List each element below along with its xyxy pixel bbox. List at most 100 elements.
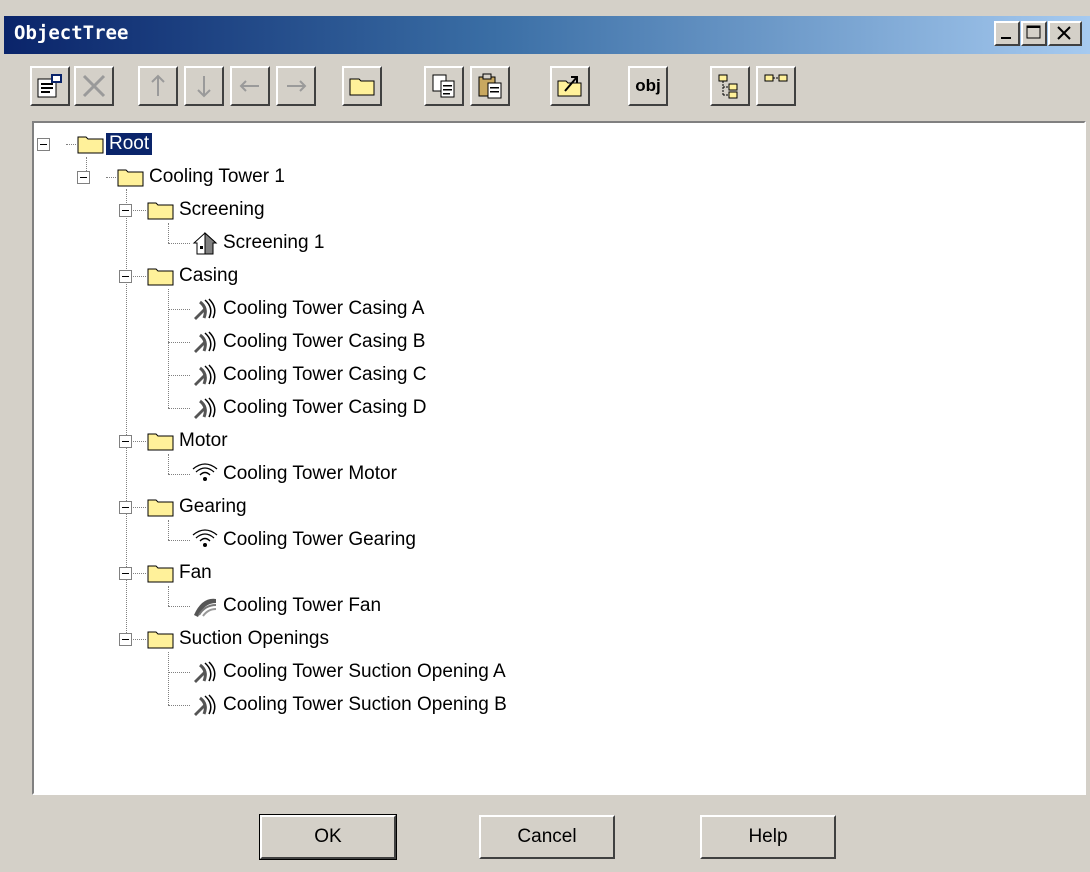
copy-button[interactable]	[424, 66, 464, 106]
ok-button[interactable]: OK	[259, 814, 397, 860]
point-source-icon	[192, 529, 218, 547]
tree-line	[168, 474, 190, 475]
tree-line	[168, 289, 169, 408]
object-icon: obj	[635, 76, 661, 95]
tree-line	[168, 672, 190, 673]
tree-line	[168, 652, 169, 705]
tree-node-gearing[interactable]: Gearing	[146, 493, 250, 521]
collapse-toggle-casing[interactable]	[119, 270, 132, 283]
tree-node-suction-opening-a[interactable]: Cooling Tower Suction Opening A	[190, 658, 509, 686]
tree-node-label: Cooling Tower 1	[149, 166, 285, 187]
collapse-toggle-tower[interactable]	[77, 171, 90, 184]
tree-node-suction-opening-b[interactable]: Cooling Tower Suction Opening B	[190, 691, 510, 719]
import-folder-button[interactable]	[550, 66, 590, 106]
tree-node-casing-b[interactable]: Cooling Tower Casing B	[190, 328, 428, 356]
tree-node-label: Fan	[179, 562, 212, 583]
collapse-toggle-fan[interactable]	[119, 567, 132, 580]
tree-node-fan[interactable]: Fan	[146, 559, 215, 587]
tree-line	[168, 454, 169, 474]
tree-line	[168, 705, 190, 706]
properties-button[interactable]	[30, 66, 70, 106]
move-down-button[interactable]	[184, 66, 224, 106]
tree-node-label: Cooling Tower Gearing	[223, 529, 416, 550]
help-button[interactable]: Help	[700, 815, 836, 859]
tree-view[interactable]: Root Cooling Tower 1 Screening Screening…	[32, 121, 1086, 795]
tree-node-casing-c[interactable]: Cooling Tower Casing C	[190, 361, 429, 389]
sound-source-icon	[194, 661, 216, 683]
minimize-button[interactable]	[994, 21, 1020, 46]
tree-node-label: Suction Openings	[179, 628, 329, 649]
expand-tree-icon	[718, 74, 738, 99]
tree-node-casing-a[interactable]: Cooling Tower Casing A	[190, 295, 427, 323]
title-bar[interactable]: ObjectTree	[4, 16, 1090, 54]
tree-node-label: Cooling Tower Casing A	[223, 298, 425, 319]
new-folder-button[interactable]	[342, 66, 382, 106]
tree-line	[168, 309, 190, 310]
tree-node-root[interactable]: Root	[76, 130, 153, 158]
collapse-toggle-screening[interactable]	[119, 204, 132, 217]
collapse-tree-icon	[764, 74, 788, 82]
tree-node-casing-d[interactable]: Cooling Tower Casing D	[190, 394, 429, 422]
tree-line	[168, 375, 190, 376]
folder-icon	[147, 268, 174, 286]
tree-node-cooling-tower-gearing[interactable]: Cooling Tower Gearing	[190, 526, 419, 554]
import-folder-icon	[557, 76, 582, 97]
tree-node-label: Cooling Tower Casing B	[223, 331, 426, 352]
tree-node-screening-1[interactable]: Screening 1	[190, 229, 327, 257]
collapse-toggle-suction[interactable]	[119, 633, 132, 646]
move-up-button[interactable]	[138, 66, 178, 106]
tree-content: Root Cooling Tower 1 Screening Screening…	[34, 123, 1084, 793]
sound-source-icon	[194, 298, 216, 320]
tree-node-label: Gearing	[179, 496, 247, 517]
tree-line	[66, 144, 76, 145]
collapse-tree-button[interactable]	[756, 66, 796, 106]
collapse-toggle-motor[interactable]	[119, 435, 132, 448]
paste-icon	[478, 73, 502, 99]
tree-node-label: Cooling Tower Casing D	[223, 397, 427, 418]
sound-source-icon	[194, 364, 216, 386]
delete-button[interactable]	[74, 66, 114, 106]
cancel-button[interactable]: Cancel	[479, 815, 615, 859]
move-down-icon	[197, 76, 211, 98]
folder-icon	[147, 565, 174, 583]
tree-line	[106, 177, 116, 178]
tree-node-screening[interactable]: Screening	[146, 196, 268, 224]
delete-icon	[82, 74, 106, 98]
object-button[interactable]: obj	[628, 66, 668, 106]
new-folder-icon	[349, 78, 375, 96]
folder-icon	[147, 631, 174, 649]
tree-line	[168, 342, 190, 343]
collapse-toggle-root[interactable]	[37, 138, 50, 151]
close-button[interactable]	[1048, 21, 1082, 46]
tree-node-label: Cooling Tower Suction Opening B	[223, 694, 507, 715]
move-left-button[interactable]	[230, 66, 270, 106]
move-right-button[interactable]	[276, 66, 316, 106]
maximize-button[interactable]	[1021, 21, 1047, 46]
tree-node-casing[interactable]: Casing	[146, 262, 241, 290]
tree-node-label: Cooling Tower Suction Opening A	[223, 661, 506, 682]
move-left-icon	[239, 80, 259, 92]
folder-icon	[77, 136, 104, 154]
house-icon	[192, 231, 218, 255]
tree-node-cooling-tower[interactable]: Cooling Tower 1	[116, 163, 288, 191]
tree-line	[168, 540, 190, 541]
tree-node-label: Cooling Tower Motor	[223, 463, 397, 484]
folder-icon	[117, 169, 144, 187]
sound-source-icon	[194, 694, 216, 716]
collapse-toggle-gearing[interactable]	[119, 501, 132, 514]
expand-tree-button[interactable]	[710, 66, 750, 106]
tree-node-cooling-tower-motor[interactable]: Cooling Tower Motor	[190, 460, 400, 488]
tree-line	[168, 223, 169, 243]
area-source-icon	[194, 598, 217, 617]
tree-node-label: Casing	[179, 265, 239, 286]
tree-line	[168, 408, 190, 409]
tree-node-suction-openings[interactable]: Suction Openings	[146, 625, 332, 653]
close-icon	[1057, 26, 1071, 40]
properties-icon	[37, 74, 62, 98]
tree-node-label: Screening	[179, 199, 265, 220]
tree-node-motor[interactable]: Motor	[146, 427, 231, 455]
tree-node-cooling-tower-fan[interactable]: Cooling Tower Fan	[190, 592, 384, 620]
folder-icon	[147, 202, 174, 220]
paste-button[interactable]	[470, 66, 510, 106]
copy-icon	[432, 74, 455, 98]
